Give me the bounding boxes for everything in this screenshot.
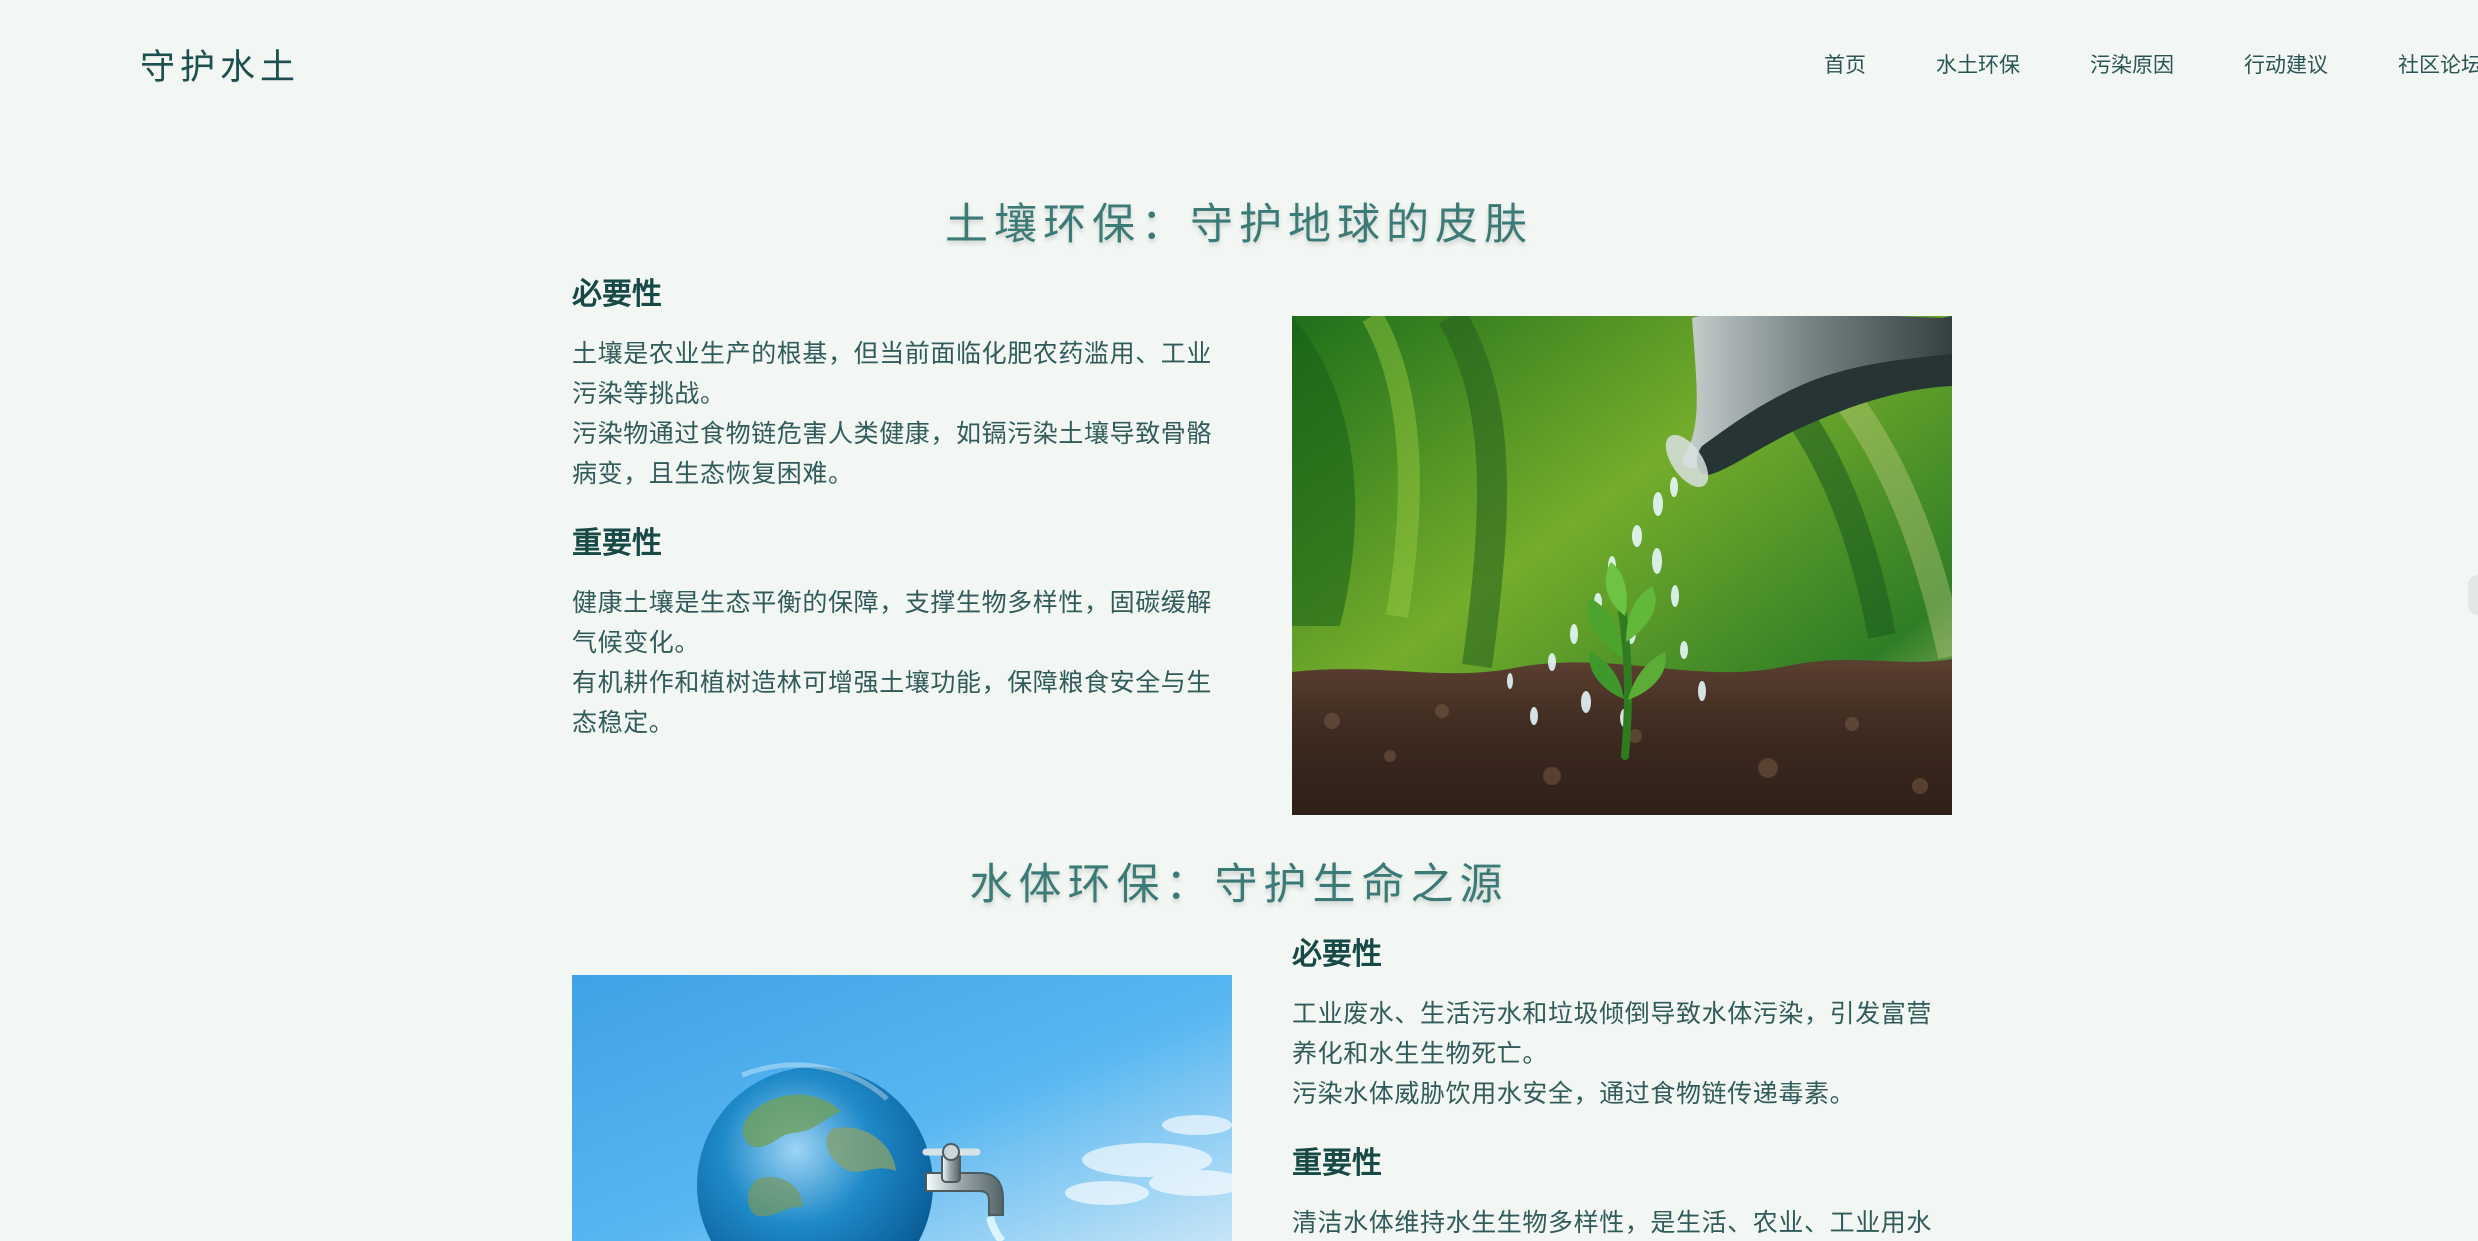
main-navigation: 首页 水土环保 污染原因 行动建议 社区论坛 (1754, 0, 2478, 128)
soil-necessity-paragraph-2: 污染物通过食物链危害人类健康，如镉污染土壤导致骨骼病变，且生态恢复困难。 (572, 419, 1213, 488)
site-logo[interactable]: 守护水土 (140, 39, 300, 90)
soil-section-title: 土壤环保：守护地球的皮肤 (945, 200, 1533, 250)
earth-faucet-image (572, 975, 1232, 1241)
soil-necessity-heading: 必要性 (572, 277, 662, 312)
water-necessity-paragraph-2: 污染水体威胁饮用水安全，通过食物链传递毒素。 (1292, 1079, 1856, 1108)
water-section-title: 水体环保：守护生命之源 (969, 860, 1509, 910)
water-text-block: 必要性 工业废水、生活污水和垃圾倾倒导致水体污染，引发富营养化和水生生物死亡。 … (1292, 937, 1952, 1241)
nav-soil-water-protection[interactable]: 水土环保 (1936, 49, 2020, 79)
nav-community-forum[interactable]: 社区论坛 (2398, 49, 2478, 79)
soil-necessity-paragraph-1: 土壤是农业生产的根基，但当前面临化肥农药滥用、工业污染等挑战。 (572, 339, 1213, 408)
nav-action-suggestions[interactable]: 行动建议 (2244, 49, 2328, 79)
water-necessity-paragraph-1: 工业废水、生活污水和垃圾倾倒导致水体污染，引发富营养化和水生生物死亡。 (1292, 999, 1933, 1068)
earth-faucet-illustration (572, 975, 1232, 1241)
watering-can-sprout-illustration (1292, 316, 1952, 815)
soil-importance-paragraph-2: 有机耕作和植树造林可增强土壤功能，保障粮食安全与生态稳定。 (572, 668, 1213, 737)
water-necessity-heading: 必要性 (1292, 937, 1382, 972)
soil-text-block: 必要性 土壤是农业生产的根基，但当前面临化肥农药滥用、工业污染等挑战。 污染物通… (572, 277, 1232, 743)
watering-can-sprout-image (1292, 316, 1952, 815)
soil-importance-paragraph-1: 健康土壤是生态平衡的保障，支撑生物多样性，固碳缓解气候变化。 (572, 588, 1213, 657)
water-importance-paragraph-1: 清洁水体维持水生生物多样性，是生活、农业、工业用水基 (1292, 1208, 1933, 1237)
site-header: 守护水土 首页 水土环保 污染原因 行动建议 社区论坛 (0, 0, 2478, 128)
nav-pollution-causes[interactable]: 污染原因 (2090, 49, 2174, 79)
scroll-edge-indicator[interactable] (2468, 575, 2478, 615)
environmental-protection-page: 守护水土 首页 水土环保 污染原因 行动建议 社区论坛 土壤环保：守护地球的皮肤… (0, 0, 2478, 1241)
soil-importance-heading: 重要性 (572, 526, 662, 561)
nav-home[interactable]: 首页 (1824, 49, 1866, 79)
water-importance-heading: 重要性 (1292, 1146, 1382, 1181)
